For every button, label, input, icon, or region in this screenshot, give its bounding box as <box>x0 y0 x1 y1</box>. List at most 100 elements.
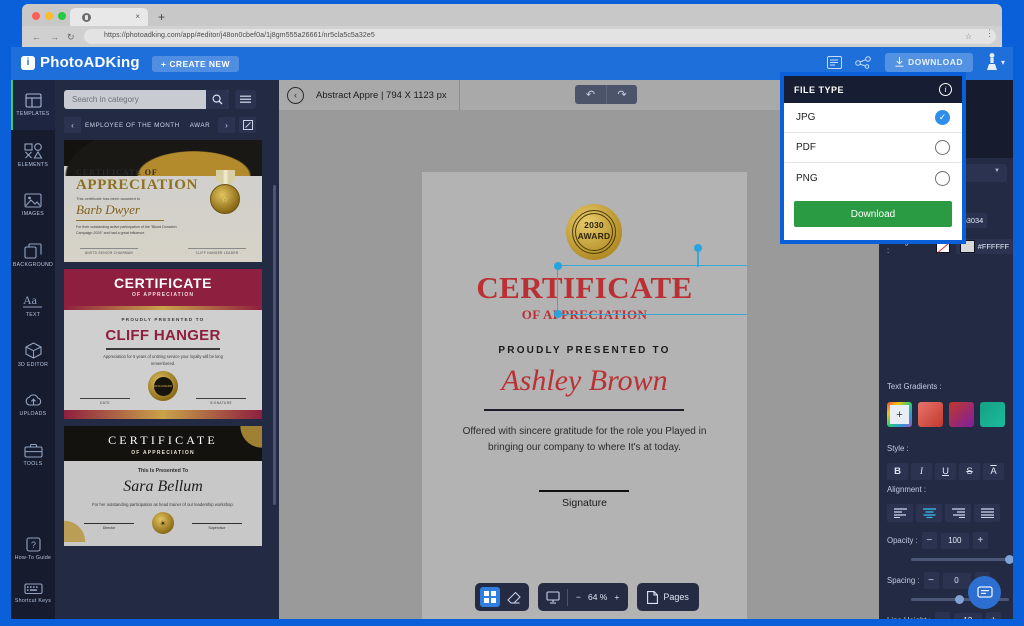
spacing-value[interactable]: 0 <box>942 572 971 589</box>
resize-handle-top-left[interactable] <box>554 262 562 270</box>
gradient-swatch[interactable] <box>949 402 974 427</box>
sidebar-item-images[interactable]: IMAGES <box>11 180 55 230</box>
recipient-underline <box>484 409 684 411</box>
maximize-window-button[interactable] <box>58 12 66 20</box>
selection-box[interactable] <box>554 244 747 318</box>
sidebar-item-text[interactable]: Aa TEXT <box>11 280 55 330</box>
line-height-value[interactable]: 12 <box>953 612 982 619</box>
category-next-button[interactable]: › <box>218 117 235 133</box>
plus-icon: + <box>161 59 167 69</box>
download-button[interactable]: DOWNLOAD <box>884 52 973 72</box>
chevron-down-icon[interactable]: ▾ <box>1001 58 1005 67</box>
sidebar-item-label: 3D EDITOR <box>17 362 49 368</box>
rotate-handle[interactable] <box>694 244 702 267</box>
eraser-icon[interactable] <box>504 587 524 607</box>
zoom-in-button[interactable]: + <box>614 592 619 602</box>
category-item[interactable]: AWAR <box>190 122 210 129</box>
align-left-button[interactable] <box>887 504 913 522</box>
keyboard-icon <box>23 583 43 595</box>
sidebar-item-background[interactable]: BACKGROUND <box>11 230 55 280</box>
line-height-increase[interactable]: + <box>985 612 1001 619</box>
italic-button[interactable]: I <box>911 463 932 480</box>
templates-scrollbar[interactable] <box>273 185 276 505</box>
undo-button[interactable]: ↶ <box>575 85 606 104</box>
align-right-button[interactable] <box>945 504 971 522</box>
file-type-option-jpg[interactable]: JPG ✓ <box>784 103 962 133</box>
opacity-slider-track[interactable] <box>911 558 1009 561</box>
file-type-option-pdf[interactable]: PDF <box>784 133 962 163</box>
tab-close-icon[interactable]: × <box>135 12 140 21</box>
reload-icon[interactable]: ↻ <box>67 32 75 43</box>
gradient-swatch[interactable] <box>918 402 943 427</box>
forward-icon[interactable]: → <box>50 32 59 42</box>
back-icon[interactable]: ← <box>32 32 41 42</box>
shortcut-keys-button[interactable]: Shortcut Keys <box>11 571 55 615</box>
browser-menu-icon[interactable]: ⋮ <box>985 28 994 39</box>
how-to-guide-button[interactable]: ? How-To Guide <box>11 527 55 571</box>
search-input[interactable]: Search in category <box>64 90 229 109</box>
grid-icon[interactable] <box>480 587 500 607</box>
user-menu[interactable]: ▾ <box>986 52 1005 72</box>
certificate-canvas[interactable]: 2030 AWARD CERTIFICATE OF APPRECIATION P… <box>422 172 747 619</box>
gradient-swatch[interactable] <box>980 402 1005 427</box>
sidebar-item-templates[interactable]: TEMPLATES <box>11 80 55 130</box>
app-logo[interactable]: i PhotoADKing <box>21 54 140 71</box>
new-tab-button[interactable]: + <box>158 11 165 23</box>
sidebar-item-3d-editor[interactable]: 3D EDITOR <box>11 330 55 380</box>
radio-icon[interactable] <box>935 140 950 155</box>
chat-button[interactable] <box>968 576 1001 609</box>
signature-label[interactable]: Signature <box>440 497 729 509</box>
strikethrough-button[interactable]: S <box>959 463 980 480</box>
file-type-option-png[interactable]: PNG <box>784 163 962 193</box>
address-bar[interactable]: https://photoadking.com/app/#editor/j48o… <box>84 29 996 44</box>
close-window-button[interactable] <box>32 12 40 20</box>
opacity-increase[interactable]: + <box>972 532 988 549</box>
line-height-decrease[interactable]: − <box>934 612 950 619</box>
award-seal[interactable]: 2030 AWARD <box>566 204 622 260</box>
align-center-button[interactable] <box>916 504 942 522</box>
uppercase-button[interactable]: A <box>983 463 1004 480</box>
template-thumbnail[interactable]: CERTIFICATE OF APPRECIATION PROUDLY PRES… <box>64 269 262 419</box>
radio-selected-icon[interactable]: ✓ <box>935 110 950 125</box>
template-thumbnail[interactable]: CERTIFICATE OF APPRECIATION This Is Pres… <box>64 426 262 546</box>
opacity-value[interactable]: 100 <box>940 532 969 549</box>
redo-button[interactable]: ↷ <box>606 85 637 104</box>
window-controls[interactable] <box>32 12 66 20</box>
certificate-presented-to[interactable]: PROUDLY PRESENTED TO <box>440 345 729 356</box>
category-expand-button[interactable] <box>239 117 256 133</box>
dialog-download-button[interactable]: Download <box>794 201 952 227</box>
list-view-button[interactable] <box>235 90 256 109</box>
add-gradient-button[interactable]: + <box>887 402 912 427</box>
menu-icon[interactable] <box>826 55 842 69</box>
sidebar-item-uploads[interactable]: UPLOADS <box>11 380 55 430</box>
browser-tab[interactable]: × <box>70 8 148 26</box>
category-prev-button[interactable]: ‹ <box>64 117 81 133</box>
minimize-window-button[interactable] <box>45 12 53 20</box>
underline-button[interactable]: U <box>935 463 956 480</box>
search-button[interactable] <box>206 90 229 109</box>
certificate-recipient[interactable]: Ashley Brown <box>440 364 729 398</box>
align-justify-button[interactable] <box>974 504 1000 522</box>
back-button[interactable]: ‹ <box>287 86 304 104</box>
sidebar-item-tools[interactable]: TOOLS <box>11 430 55 480</box>
present-icon[interactable] <box>543 587 563 607</box>
create-new-button[interactable]: + CREATE NEW <box>152 56 239 72</box>
certificate-body[interactable]: Offered with sincere gratitude for the r… <box>460 424 709 455</box>
bookmark-star-icon[interactable]: ☆ <box>965 32 972 41</box>
sidebar-item-elements[interactable]: ELEMENTS <box>11 130 55 180</box>
opacity-slider-knob[interactable] <box>1005 555 1013 564</box>
share-icon[interactable] <box>855 55 872 69</box>
radio-icon[interactable] <box>935 170 950 186</box>
spacing-decrease[interactable]: − <box>923 572 939 589</box>
list-icon <box>240 95 251 103</box>
zoom-out-button[interactable]: − <box>576 592 581 602</box>
category-item[interactable]: EMPLOYEE OF THE MONTH <box>85 122 180 129</box>
resize-handle-bottom-left[interactable] <box>554 310 562 318</box>
spacing-slider-knob[interactable] <box>955 595 964 604</box>
signature-line <box>539 490 629 492</box>
pages-button[interactable]: Pages <box>637 583 699 611</box>
template-thumbnail[interactable]: ☆ CERTIFICATE OF APPRECIATION This certi… <box>64 140 262 262</box>
bold-button[interactable]: B <box>887 463 908 480</box>
info-icon[interactable]: i <box>939 83 952 96</box>
opacity-decrease[interactable]: − <box>921 532 937 549</box>
